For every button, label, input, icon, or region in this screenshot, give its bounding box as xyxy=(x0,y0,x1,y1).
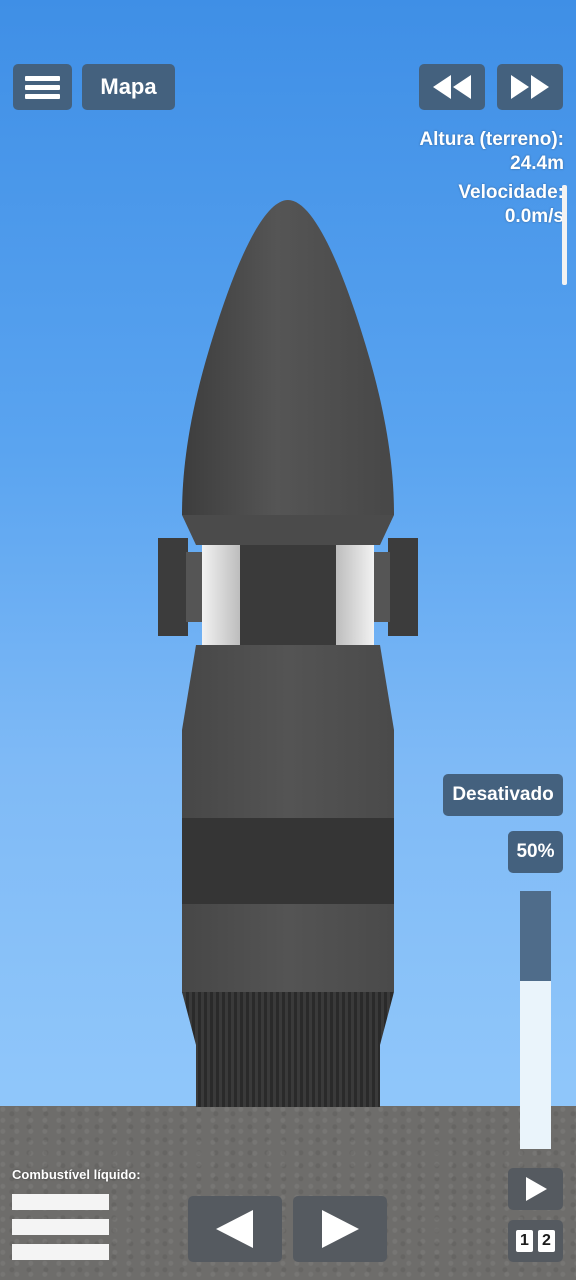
rocket-tank-upper xyxy=(182,730,394,818)
fuel-label: Combustível líquido: xyxy=(12,1167,141,1182)
fast-forward-button[interactable] xyxy=(497,64,563,110)
activate-stage-button[interactable] xyxy=(508,1168,563,1210)
altitude-value: 24.4m xyxy=(510,153,564,174)
rotate-left-button[interactable] xyxy=(188,1196,282,1262)
stage-number-1: 1 xyxy=(516,1230,533,1252)
throttle-percent-badge: 50% xyxy=(508,831,563,873)
rocket-tank-lower xyxy=(182,904,394,992)
rocket-coupler-core xyxy=(238,545,338,645)
velocity-label: Velocidade: xyxy=(458,182,564,203)
stage-number-2: 2 xyxy=(538,1230,555,1252)
rewind-icon xyxy=(433,75,471,99)
throttle-slider-fill xyxy=(520,891,551,982)
fast-forward-icon xyxy=(511,75,549,99)
throttle-slider[interactable] xyxy=(520,891,551,1149)
play-icon xyxy=(525,1177,547,1201)
rotate-right-button[interactable] xyxy=(293,1196,387,1262)
map-button[interactable]: Mapa xyxy=(82,64,175,110)
rocket-nose-base xyxy=(182,515,394,545)
rocket-white-ring-right xyxy=(336,545,374,645)
rocket-side-cap-left-inner xyxy=(186,552,202,622)
rocket-engine-nozzle xyxy=(196,1045,380,1107)
fuel-gauge-bar xyxy=(12,1194,109,1210)
triangle-right-icon xyxy=(322,1210,359,1248)
rocket-tank-top xyxy=(182,645,394,730)
fuel-gauge-bar xyxy=(12,1244,109,1260)
rocket-tank-band xyxy=(182,818,394,904)
info-scrollbar[interactable] xyxy=(562,185,567,285)
rewind-button[interactable] xyxy=(419,64,485,110)
stage-selector-button[interactable]: 1 2 xyxy=(508,1220,563,1262)
velocity-value: 0.0m/s xyxy=(504,206,564,227)
rocket-side-cap-right-inner xyxy=(374,552,390,622)
triangle-left-icon xyxy=(216,1210,253,1248)
rocket-white-ring-left xyxy=(202,545,240,645)
game-viewport: Mapa Altura (terreno): 24.4m Velocidade:… xyxy=(0,0,576,1280)
menu-button[interactable] xyxy=(13,64,72,110)
fuel-gauge-bar xyxy=(12,1219,109,1235)
rocket-nose-cone xyxy=(182,200,394,515)
rocket-engine-bell xyxy=(182,992,394,1045)
throttle-status-button[interactable]: Desativado xyxy=(443,774,563,816)
rocket-side-cap-left xyxy=(158,538,188,636)
altitude-label: Altura (terreno): xyxy=(419,129,564,150)
rocket-side-cap-right xyxy=(388,538,418,636)
